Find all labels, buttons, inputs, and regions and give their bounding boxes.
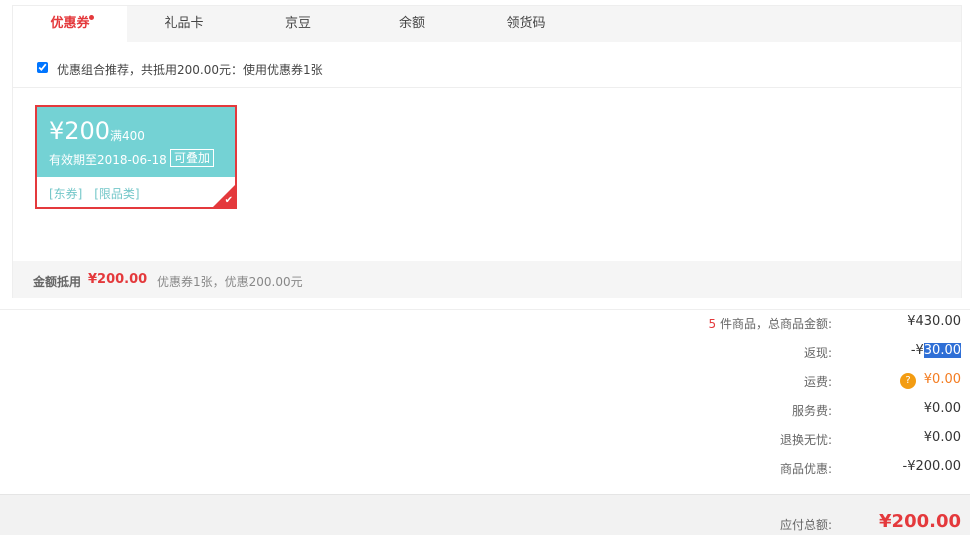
goods-total-value: ¥430.00 [907,314,961,329]
tab-gift-card[interactable]: 礼品卡 [127,6,241,42]
shipping-label: 运费: [803,375,832,389]
goods-discount-row: 商品优惠: -¥200.00 [0,458,970,478]
total-bar: 应付总额: ¥200.00 [0,494,970,535]
goods-discount-value: -¥200.00 [902,459,961,474]
goods-total-label: 5 件商品，总商品金额: [709,315,833,332]
coupon-tag: [东券] [49,187,83,201]
shipping-value: ¥0.00 [923,372,961,387]
question-circle-icon[interactable]: ? [900,373,916,389]
new-dot-icon [89,15,94,20]
coupon-stackable-badge: 可叠加 [170,149,215,167]
coupon-panel: 优惠券 礼品卡 京豆 余额 领货码 优惠组合推荐，共抵用200.00元：使用优惠… [12,5,962,298]
coupon-header: ¥200 满400 有效期至2018-06-18 可叠加 [37,107,235,177]
goods-total-row: 5 件商品，总商品金额: ¥430.00 [0,313,970,333]
coupon-condition: 满400 [110,129,145,143]
service-fee-label: 服务费: [791,404,832,418]
coupon-card[interactable]: ¥200 满400 有效期至2018-06-18 可叠加 [东券] [限品类] … [35,105,237,209]
divider [0,309,970,310]
coupon-tag: [限品类] [94,187,140,201]
summary-detail: 优惠券1张，优惠200.00元 [157,275,303,289]
summary-label: 金额抵用 [33,275,82,289]
tab-jd-beans[interactable]: 京豆 [241,6,355,42]
shipping-row: 运费: ? ¥0.00 [0,371,970,391]
goods-total-text: 件商品，总商品金额: [716,317,832,331]
tab-balance[interactable]: 余额 [355,6,469,42]
coupon-tags: [东券] [限品类] [49,185,148,202]
tab-redeem-code[interactable]: 领货码 [469,6,583,42]
tab-coupon-label: 优惠券 [50,16,90,31]
goods-discount-label: 商品优惠: [779,462,832,476]
tab-coupon[interactable]: 优惠券 [13,6,127,42]
deduction-summary: 金额抵用 ¥200.00 优惠券1张，优惠200.00元 [13,261,961,298]
coupon-amount: ¥200 [49,117,111,145]
service-fee-value: ¥0.00 [923,401,961,416]
coupon-validity: 有效期至2018-06-18 [49,153,167,167]
cashback-selected-text: 30.00 [923,343,961,358]
item-count: 5 [708,317,717,331]
cashback-value: -¥30.00 [911,343,961,358]
combo-recommend-row: 优惠组合推荐，共抵用200.00元：使用优惠券1张 [13,42,961,88]
combo-checkbox[interactable] [37,62,48,73]
return-worry-free-value: ¥0.00 [923,430,961,445]
cashback-label: 返现: [803,346,832,360]
service-fee-row: 服务费: ¥0.00 [0,400,970,420]
total-label: 应付总额: [779,518,832,532]
summary-amount: ¥200.00 [88,272,148,287]
cashback-prefix: -¥ [910,343,924,358]
checkmark-icon: ✔ [224,195,233,206]
combo-text: 优惠组合推荐，共抵用200.00元：使用优惠券1张 [57,63,323,77]
return-worry-free-row: 退换无忧: ¥0.00 [0,429,970,449]
total-value: ¥200.00 [879,511,961,532]
payment-tabs: 优惠券 礼品卡 京豆 余额 领货码 [13,6,961,42]
return-worry-free-label: 退换无忧: [779,433,832,447]
cashback-row: 返现: -¥30.00 [0,342,970,362]
